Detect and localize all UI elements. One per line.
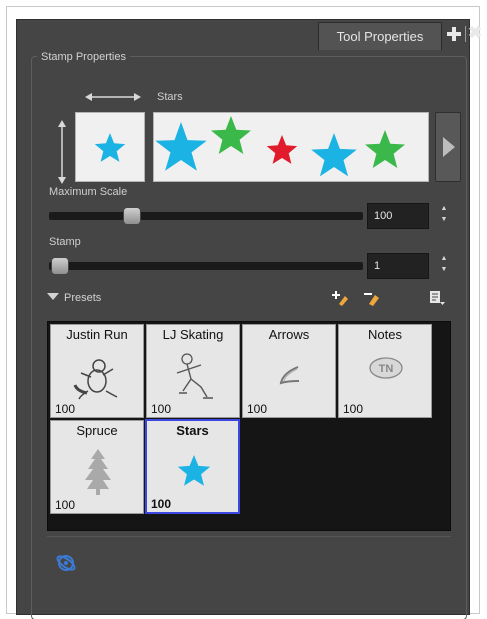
preset-notes[interactable]: Notes TN 100 (338, 324, 432, 418)
preset-name: Spruce (76, 423, 118, 438)
preset-name: Justin Run (66, 327, 128, 342)
new-preset-icon[interactable] (331, 290, 349, 306)
preset-value: 100 (55, 402, 76, 416)
horizontal-size-arrow-icon (85, 93, 141, 101)
star-icon (177, 455, 211, 486)
add-panel-icon[interactable] (447, 27, 461, 41)
strip-star-icon (365, 130, 405, 168)
skater-icon (176, 353, 213, 399)
strip-star-icon (266, 135, 298, 164)
strip-star-icon (311, 133, 357, 177)
tool-properties-panel: Tool Properties ✖ Stamp Properties Stars… (16, 19, 482, 619)
preset-lj-skating[interactable]: LJ Skating 100 (146, 324, 240, 418)
tn-notes-icon: TN (369, 357, 403, 379)
bottom-divider (47, 536, 451, 537)
stamp-name-label: Stars (157, 91, 183, 103)
maximum-scale-stepper[interactable]: ▲ ▼ (439, 203, 449, 229)
maximum-scale-field[interactable]: 100 (367, 203, 429, 229)
presets-label: Presets (64, 292, 102, 304)
stamp-strip-stars (155, 116, 405, 177)
play-arrow-icon (443, 137, 455, 157)
stamp-stepper[interactable]: ▲ ▼ (439, 253, 449, 279)
preset-name: Arrows (268, 327, 310, 342)
preset-value: 100 (343, 402, 364, 416)
globe-icon[interactable] (55, 552, 77, 574)
svg-text:TN: TN (379, 363, 394, 375)
presets-grid: Justin Run 100 LJ Skating 100 Arrows 100… (47, 321, 451, 531)
beaver-running-icon (73, 359, 118, 400)
preview-star-icon (94, 133, 126, 162)
preset-name: Stars (176, 423, 209, 438)
preset-spruce[interactable]: Spruce 100 (50, 420, 144, 514)
preset-arrows[interactable]: Arrows 100 (242, 324, 336, 418)
tab-divider (465, 26, 466, 42)
close-icon[interactable]: ✖ (468, 24, 482, 41)
vertical-size-arrow-icon (58, 120, 66, 184)
stamp-slider-track[interactable] (49, 262, 363, 270)
preset-menu-icon[interactable] (428, 290, 446, 306)
maximum-scale-slider-track[interactable] (49, 212, 363, 220)
preset-value: 100 (55, 498, 76, 512)
stamp-field[interactable]: 1 (367, 253, 429, 279)
stamp-preview (75, 112, 145, 182)
arrow-stroke-icon (279, 366, 300, 385)
preset-name: Notes (368, 327, 402, 342)
preset-stars[interactable]: Stars 100 (145, 419, 240, 514)
maximum-scale-slider-thumb[interactable] (123, 207, 141, 225)
preset-justin-run[interactable]: Justin Run 100 (50, 324, 144, 418)
stamp-properties-title: Stamp Properties (37, 51, 130, 63)
preset-value: 100 (247, 402, 268, 416)
tab-tool-properties[interactable]: Tool Properties (318, 22, 442, 50)
preset-value: 100 (151, 497, 172, 511)
preset-value: 100 (151, 402, 172, 416)
stamp-label: Stamp (49, 236, 81, 248)
strip-star-icon (211, 116, 251, 154)
maximum-scale-label: Maximum Scale (49, 186, 128, 198)
stamp-slider-thumb[interactable] (51, 257, 69, 275)
collapse-triangle-icon (47, 293, 59, 300)
next-stamp-button[interactable] (435, 112, 461, 182)
spruce-tree-icon (85, 449, 111, 495)
stamp-strip[interactable] (153, 112, 429, 182)
strip-star-icon (155, 122, 207, 171)
edit-preset-icon[interactable] (363, 290, 381, 306)
preset-name: LJ Skating (162, 327, 224, 342)
presets-toggle[interactable]: Presets (47, 292, 117, 306)
